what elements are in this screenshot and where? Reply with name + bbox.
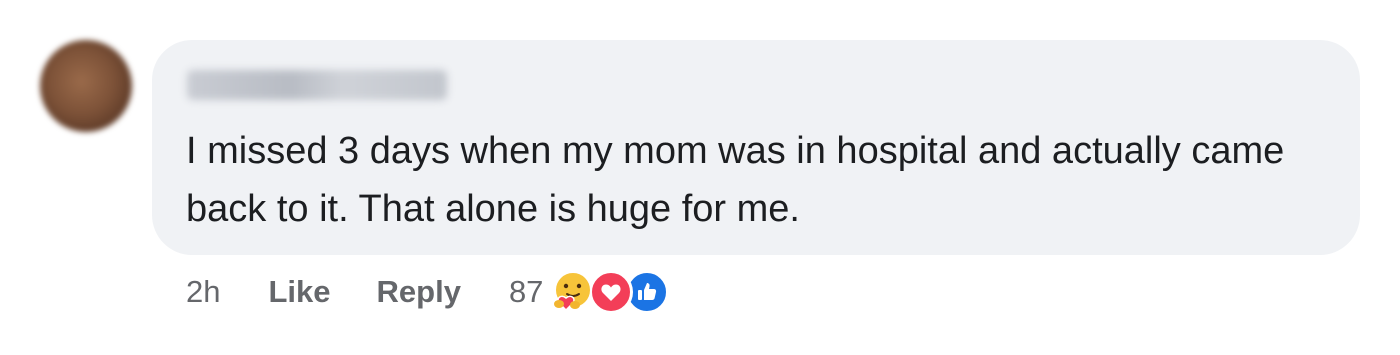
reactions-summary[interactable]: [549, 268, 670, 316]
comment-bubble: I missed 3 days when my mom was in hospi…: [152, 40, 1360, 255]
like-button[interactable]: Like: [268, 274, 330, 310]
comment-actions: 2h Like Reply 87: [186, 267, 670, 317]
comment-text: I missed 3 days when my mom was in hospi…: [186, 130, 1285, 230]
care-icon: [549, 268, 597, 316]
avatar[interactable]: [40, 40, 132, 132]
comment: I missed 3 days when my mom was in hospi…: [0, 0, 1400, 355]
reaction-count[interactable]: 87: [509, 274, 543, 310]
author-name-blurred[interactable]: [187, 70, 447, 100]
timestamp-link[interactable]: 2h: [186, 274, 220, 310]
reply-button[interactable]: Reply: [377, 274, 461, 310]
